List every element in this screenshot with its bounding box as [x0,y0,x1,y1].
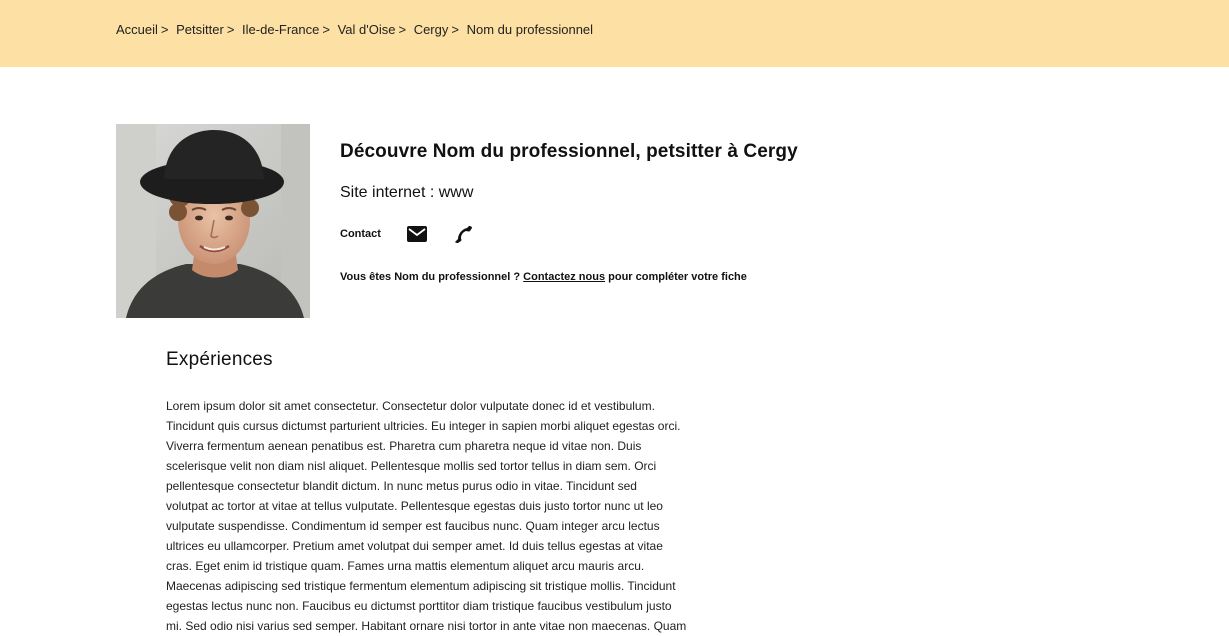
breadcrumb-separator: > [398,22,407,37]
breadcrumb-cergy[interactable]: Cergy [414,22,449,37]
breadcrumb: Accueil > Petsitter > Ile-de-France > Val d… [116,22,593,37]
experiences-text: Lorem ipsum dolor sit amet consectetur. … [166,396,748,636]
breadcrumb-separator: > [160,22,169,37]
phone-icon[interactable] [453,224,473,244]
claim-profile-notice: Vous êtes Nom du professionnel ? Contact… [340,271,747,283]
breadcrumb-ile-de-france[interactable]: Ile-de-France [242,22,319,37]
website-line: Site internet : www [340,184,474,201]
text-line: cras. Eget enim id tristique quam. Fames… [166,559,645,573]
breadcrumb-accueil[interactable]: Accueil [116,22,158,37]
breadcrumb-val-d-oise[interactable]: Val d'Oise [338,22,396,37]
text-line: vulputate suspendisse. Condimentum id se… [166,519,660,533]
claim-suffix: pour compléter votre fiche [608,271,747,283]
text-line: ultrices eu ullamcorper. Pretium amet vo… [166,539,663,553]
contact-label: Contact [340,228,381,240]
text-line: pellentesque consectetur blandit dictum.… [166,479,637,493]
breadcrumb-petsitter[interactable]: Petsitter [176,22,224,37]
text-line: scelerisque velit non diam nisl aliquet.… [166,459,657,473]
text-line: Lorem ipsum dolor sit amet consectetur. … [166,399,655,413]
experiences-heading: Expériences [166,349,273,370]
text-line: Viverra fermentum aenean penatibus est. … [166,439,642,453]
contact-us-link[interactable]: Contactez nous [523,271,605,283]
claim-prefix: Vous êtes Nom du professionnel ? [340,271,521,283]
breadcrumb-current: Nom du professionnel [466,22,594,37]
text-line: mi. Sed odio nisi varius sed semper. Hab… [166,619,687,633]
text-line: Tincidunt quis cursus dictumst parturien… [166,419,681,433]
breadcrumb-separator: > [226,22,235,37]
contact-row: Contact [340,223,473,245]
text-line: volutpat ac tortor at vitae at tellus vu… [166,499,663,513]
breadcrumb-separator: > [322,22,330,37]
mail-icon[interactable] [406,226,427,242]
text-line: Maecenas adipiscing sed tristique fermen… [166,579,676,593]
top-banner: Accueil > Petsitter > Ile-de-France > Val d… [0,0,1229,67]
profile-title: Découvre Nom du professionnel, petsitter… [340,141,798,162]
profile-photo [116,124,310,318]
breadcrumb-separator: > [451,22,459,37]
text-line: egestas lectus nunc non. Faucibus eu dic… [166,599,672,613]
